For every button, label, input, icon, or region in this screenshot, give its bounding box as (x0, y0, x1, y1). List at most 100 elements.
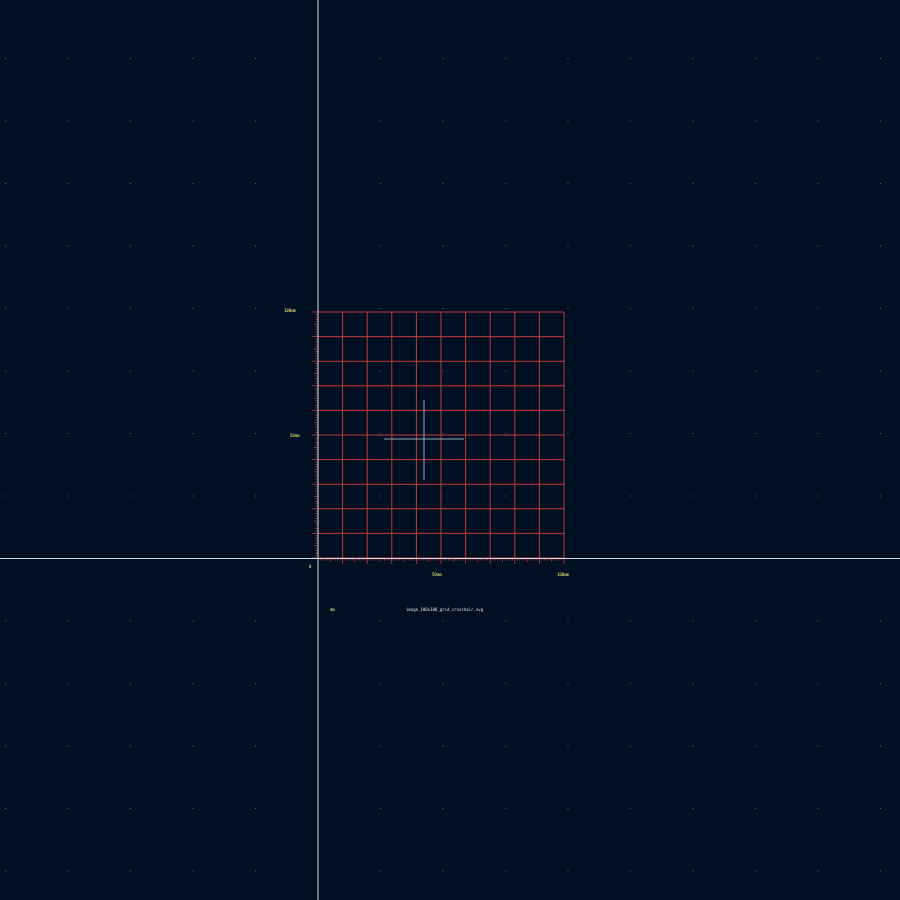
grid-dot (692, 308, 694, 309)
grid-dot (567, 370, 569, 372)
grid-dot (380, 120, 381, 122)
grid-dot (255, 120, 256, 122)
grid-dot (755, 495, 756, 497)
grid-dot (442, 370, 444, 372)
grid-dot (692, 120, 694, 122)
grid-dot (630, 870, 631, 872)
grid-dot (692, 870, 694, 872)
grid-dot (192, 183, 194, 184)
grid-dot (255, 370, 256, 372)
grid-dot (817, 308, 819, 309)
grid-dot (755, 620, 756, 622)
grid-dot (505, 245, 506, 247)
grid-dot (505, 433, 506, 434)
grid-dot (5, 495, 6, 497)
grid-dot (567, 183, 569, 184)
grid-dot (505, 183, 506, 184)
grid-dot (692, 433, 694, 434)
grid-dot (817, 120, 819, 122)
grid-dot (255, 245, 256, 247)
grid-dot (692, 745, 694, 747)
grid-dot (630, 58, 631, 59)
grid-dot (380, 245, 381, 247)
grid-dot (880, 495, 881, 497)
grid-dot (5, 808, 6, 809)
drawing-canvas[interactable]: 100mm 50mm 0 50mm 100mm mm image_100x100… (0, 0, 900, 900)
grid-dot (755, 370, 756, 372)
grid-dot (67, 120, 69, 122)
grid-dot (130, 370, 131, 372)
grid-dot (630, 245, 631, 247)
grid-dot (692, 245, 694, 247)
grid-dot (5, 245, 6, 247)
grid-dot (442, 308, 444, 309)
grid-dot (5, 308, 6, 309)
x-axis-label-origin: 0 (309, 564, 312, 569)
grid-dot (880, 745, 881, 747)
grid-dot (380, 620, 381, 622)
grid-dot (192, 370, 194, 372)
crosshair-icon[interactable] (384, 400, 464, 480)
grid-dot (567, 308, 569, 309)
grid-dot (755, 745, 756, 747)
grid-dot (630, 433, 631, 434)
grid-dot (67, 245, 69, 247)
grid-dot (192, 620, 194, 622)
grid-dot (880, 58, 881, 59)
grid-dot (817, 808, 819, 809)
grid-dot (130, 245, 131, 247)
grid-dot (692, 495, 694, 497)
grid-dot (192, 745, 194, 747)
grid-dot (192, 58, 194, 59)
y-axis-label-top: 100mm (284, 308, 297, 313)
grid-dot (505, 58, 506, 59)
y-axis-label-mid: 50mm (290, 433, 300, 438)
grid-dot (192, 495, 194, 497)
grid-dot (817, 183, 819, 184)
grid-dot (192, 120, 194, 122)
grid-dot (255, 183, 256, 184)
grid-dot (255, 495, 256, 497)
grid-dot (880, 683, 881, 684)
grid-dot (880, 245, 881, 247)
grid-dot (567, 120, 569, 122)
grid-dot (880, 120, 881, 122)
grid-dot (442, 745, 444, 747)
grid-dot (130, 58, 131, 59)
grid-dot (5, 870, 6, 872)
grid-dot (130, 120, 131, 122)
grid-dot (692, 683, 694, 684)
grid-dot (755, 870, 756, 872)
grid-dot (67, 183, 69, 184)
grid-dot (67, 745, 69, 747)
grid-dot (67, 808, 69, 809)
grid-dot (442, 433, 444, 434)
grid-dot (130, 870, 131, 872)
grid-dot (380, 308, 381, 309)
grid-dot (817, 433, 819, 434)
grid-dot (192, 308, 194, 309)
grid-dot (755, 308, 756, 309)
grid-dot (692, 183, 694, 184)
grid-dot (67, 308, 69, 309)
grid-dot (67, 370, 69, 372)
x-axis-label-end: 100mm (557, 572, 570, 577)
canvas-viewport[interactable]: 100mm 50mm 0 50mm 100mm mm image_100x100… (0, 0, 900, 900)
grid-dot (630, 183, 631, 184)
grid-dot (380, 495, 381, 497)
grid-dot (505, 870, 506, 872)
grid-dot (755, 120, 756, 122)
grid-dot (67, 433, 69, 434)
grid-dot (442, 58, 444, 59)
background-dot-grid (5, 58, 881, 872)
grid-dot (255, 58, 256, 59)
grid-dot (67, 58, 69, 59)
grid-dot (880, 370, 881, 372)
grid-dot (442, 495, 444, 497)
grid-dot (880, 433, 881, 434)
grid-dot (5, 370, 6, 372)
grid-dot (442, 683, 444, 684)
grid-dot (505, 808, 506, 809)
grid-dot (692, 370, 694, 372)
grid-dot (630, 308, 631, 309)
